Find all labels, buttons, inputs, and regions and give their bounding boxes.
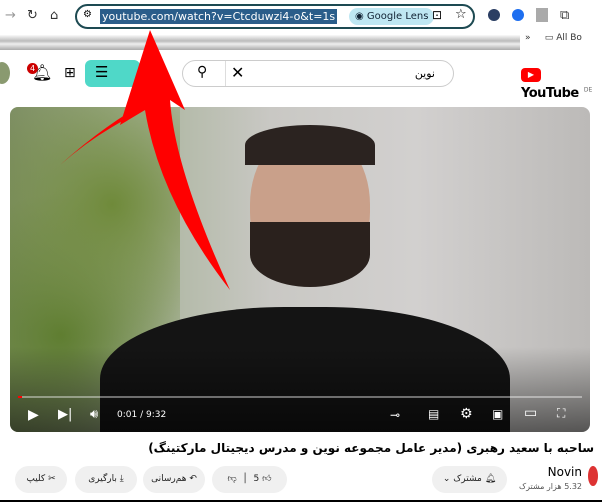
channel-avatar[interactable] xyxy=(588,466,598,486)
dislike-icon[interactable]: 👎︎ xyxy=(227,474,236,484)
download-label: بارگیری xyxy=(88,474,117,484)
like-icon[interactable]: 👍︎ xyxy=(262,474,271,484)
red-arrow-annotation xyxy=(60,30,230,290)
like-count[interactable]: 5 xyxy=(254,474,260,484)
download-button[interactable]: بارگیری ⤓ xyxy=(75,466,137,493)
like-dislike-group: 👎︎ │ 5 👍︎ xyxy=(212,466,287,493)
subscribe-button[interactable]: ⌄ مشترک 🔔︎ xyxy=(432,466,507,493)
share-button[interactable]: هم‌رسانی ↶ xyxy=(143,466,205,493)
channel-name[interactable]: Novin xyxy=(548,465,582,479)
video-title: ساحبه با سعید رهبری (مدیر عامل مجموعه نو… xyxy=(148,441,594,455)
clip-button[interactable]: کلیپ ✂ xyxy=(15,466,67,493)
clip-label: کلیپ xyxy=(26,474,46,484)
subscriber-count: 5.32 هزار مشترک xyxy=(518,482,582,491)
share-label: هم‌رسانی xyxy=(151,474,187,484)
subscribe-label: مشترک xyxy=(453,474,482,484)
